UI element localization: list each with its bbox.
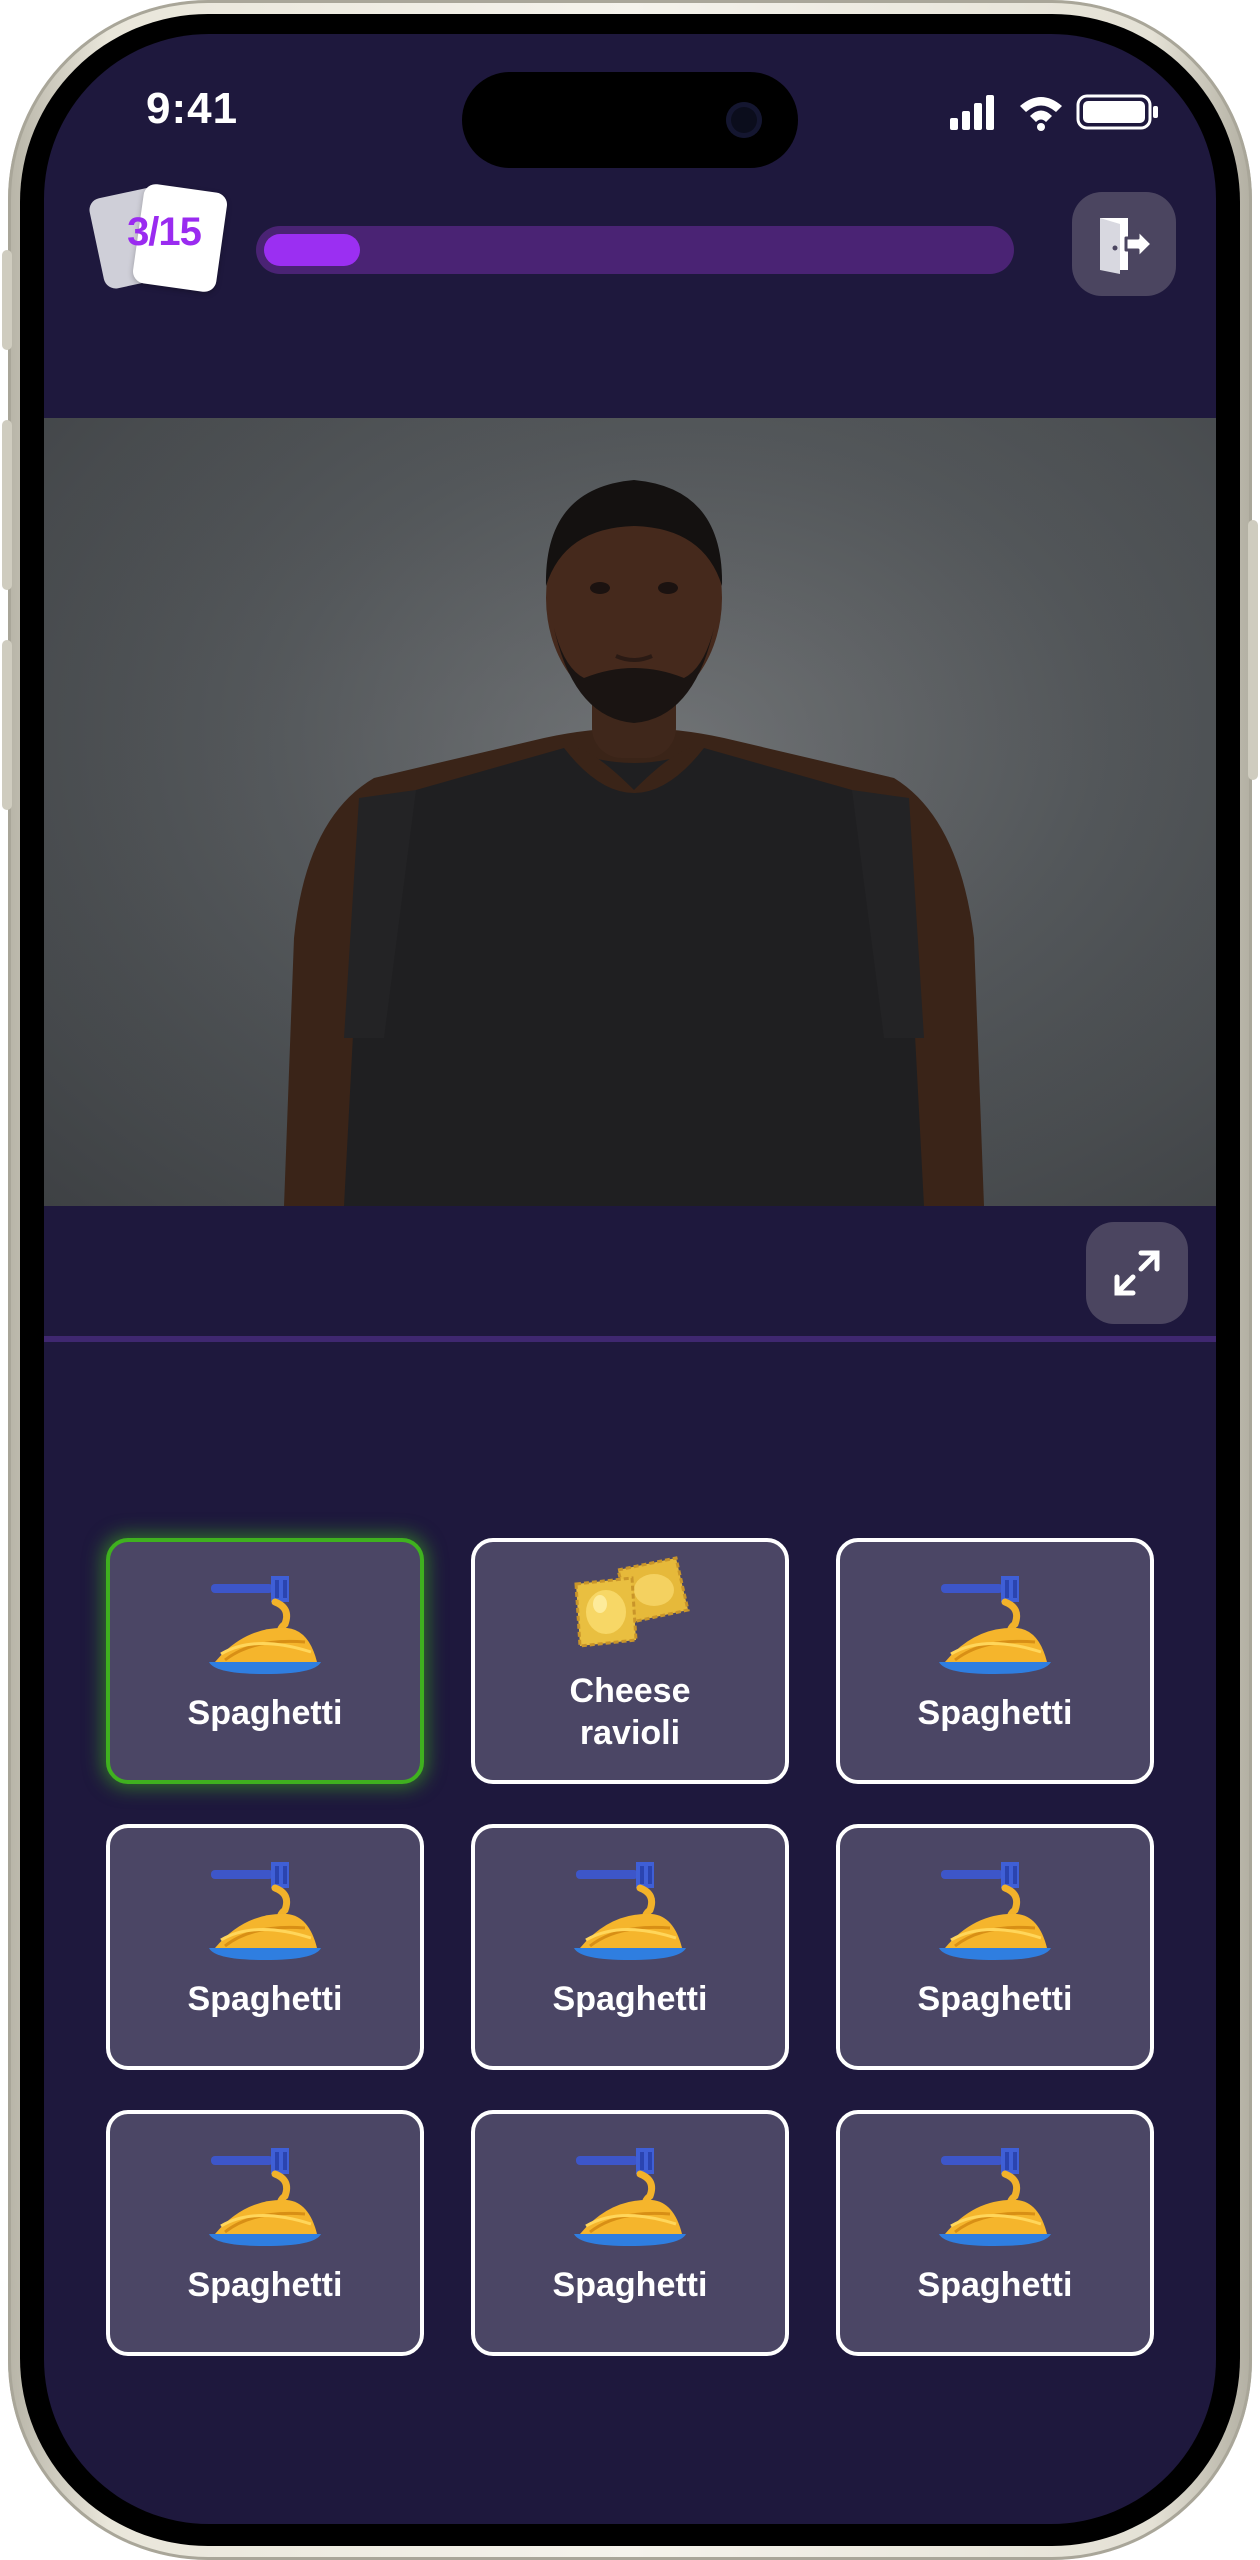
spaghetti-icon — [205, 1572, 325, 1678]
answer-option-3[interactable]: Spaghetti — [836, 1538, 1154, 1784]
volume-down-button — [2, 640, 12, 810]
answer-grid: Spaghetti Cheese ravioli Spaghetti Spaghe… — [106, 1538, 1154, 2370]
card-counter: 3/15 — [86, 182, 234, 296]
signer-figure — [44, 418, 1216, 1206]
answer-option-9[interactable]: Spaghetti — [836, 2110, 1154, 2356]
progress-bar — [256, 226, 1014, 274]
spaghetti-icon — [935, 1858, 1055, 1964]
exit-button[interactable] — [1072, 192, 1176, 296]
answer-option-1[interactable]: Spaghetti — [106, 1538, 424, 1784]
progress-fill — [264, 234, 360, 266]
battery-icon — [1076, 94, 1158, 130]
expand-icon — [1114, 1250, 1160, 1296]
status-bar-icons — [950, 94, 1158, 131]
spaghetti-icon — [935, 2144, 1055, 2250]
power-button — [1248, 520, 1258, 780]
answer-option-8[interactable]: Spaghetti — [471, 2110, 789, 2356]
spaghetti-icon — [205, 2144, 325, 2250]
counter-text: 3/15 — [127, 210, 202, 254]
wifi-icon — [1020, 97, 1062, 131]
fullscreen-button[interactable] — [1086, 1222, 1188, 1324]
sign-video[interactable] — [44, 418, 1216, 1206]
spaghetti-icon — [570, 1858, 690, 1964]
answer-label: Spaghetti — [187, 1694, 343, 1732]
ravioli-icon — [574, 1556, 690, 1648]
section-divider — [44, 1336, 1216, 1342]
answer-option-6[interactable]: Spaghetti — [836, 1824, 1154, 2070]
answer-label: Spaghetti — [187, 1980, 343, 2018]
answer-label: Cheese ravioli — [569, 1672, 691, 1752]
answer-label: Spaghetti — [552, 1980, 708, 2018]
answer-label: Spaghetti — [187, 2266, 343, 2304]
volume-up-button — [2, 420, 12, 590]
cellular-signal-icon — [950, 95, 994, 130]
answer-option-5[interactable]: Spaghetti — [471, 1824, 789, 2070]
answer-option-7[interactable]: Spaghetti — [106, 2110, 424, 2356]
answer-label: Spaghetti — [917, 1980, 1073, 2018]
spaghetti-icon — [935, 1572, 1055, 1678]
camera-icon — [726, 102, 762, 138]
answer-label: Spaghetti — [552, 2266, 708, 2304]
status-time: 9:41 — [146, 84, 239, 133]
status-icons — [950, 92, 1190, 132]
app-screen: 9:41 3/15 Spaghetti Cheese ravioli Spagh… — [44, 34, 1216, 2524]
spaghetti-icon — [570, 2144, 690, 2250]
action-button — [2, 250, 12, 350]
exit-door-icon — [1100, 218, 1154, 274]
answer-option-2[interactable]: Cheese ravioli — [471, 1538, 789, 1784]
spaghetti-icon — [205, 1858, 325, 1964]
answer-label: Spaghetti — [917, 2266, 1073, 2304]
answer-label: Spaghetti — [917, 1694, 1073, 1732]
answer-option-4[interactable]: Spaghetti — [106, 1824, 424, 2070]
quiz-header: 3/15 — [44, 154, 1216, 304]
